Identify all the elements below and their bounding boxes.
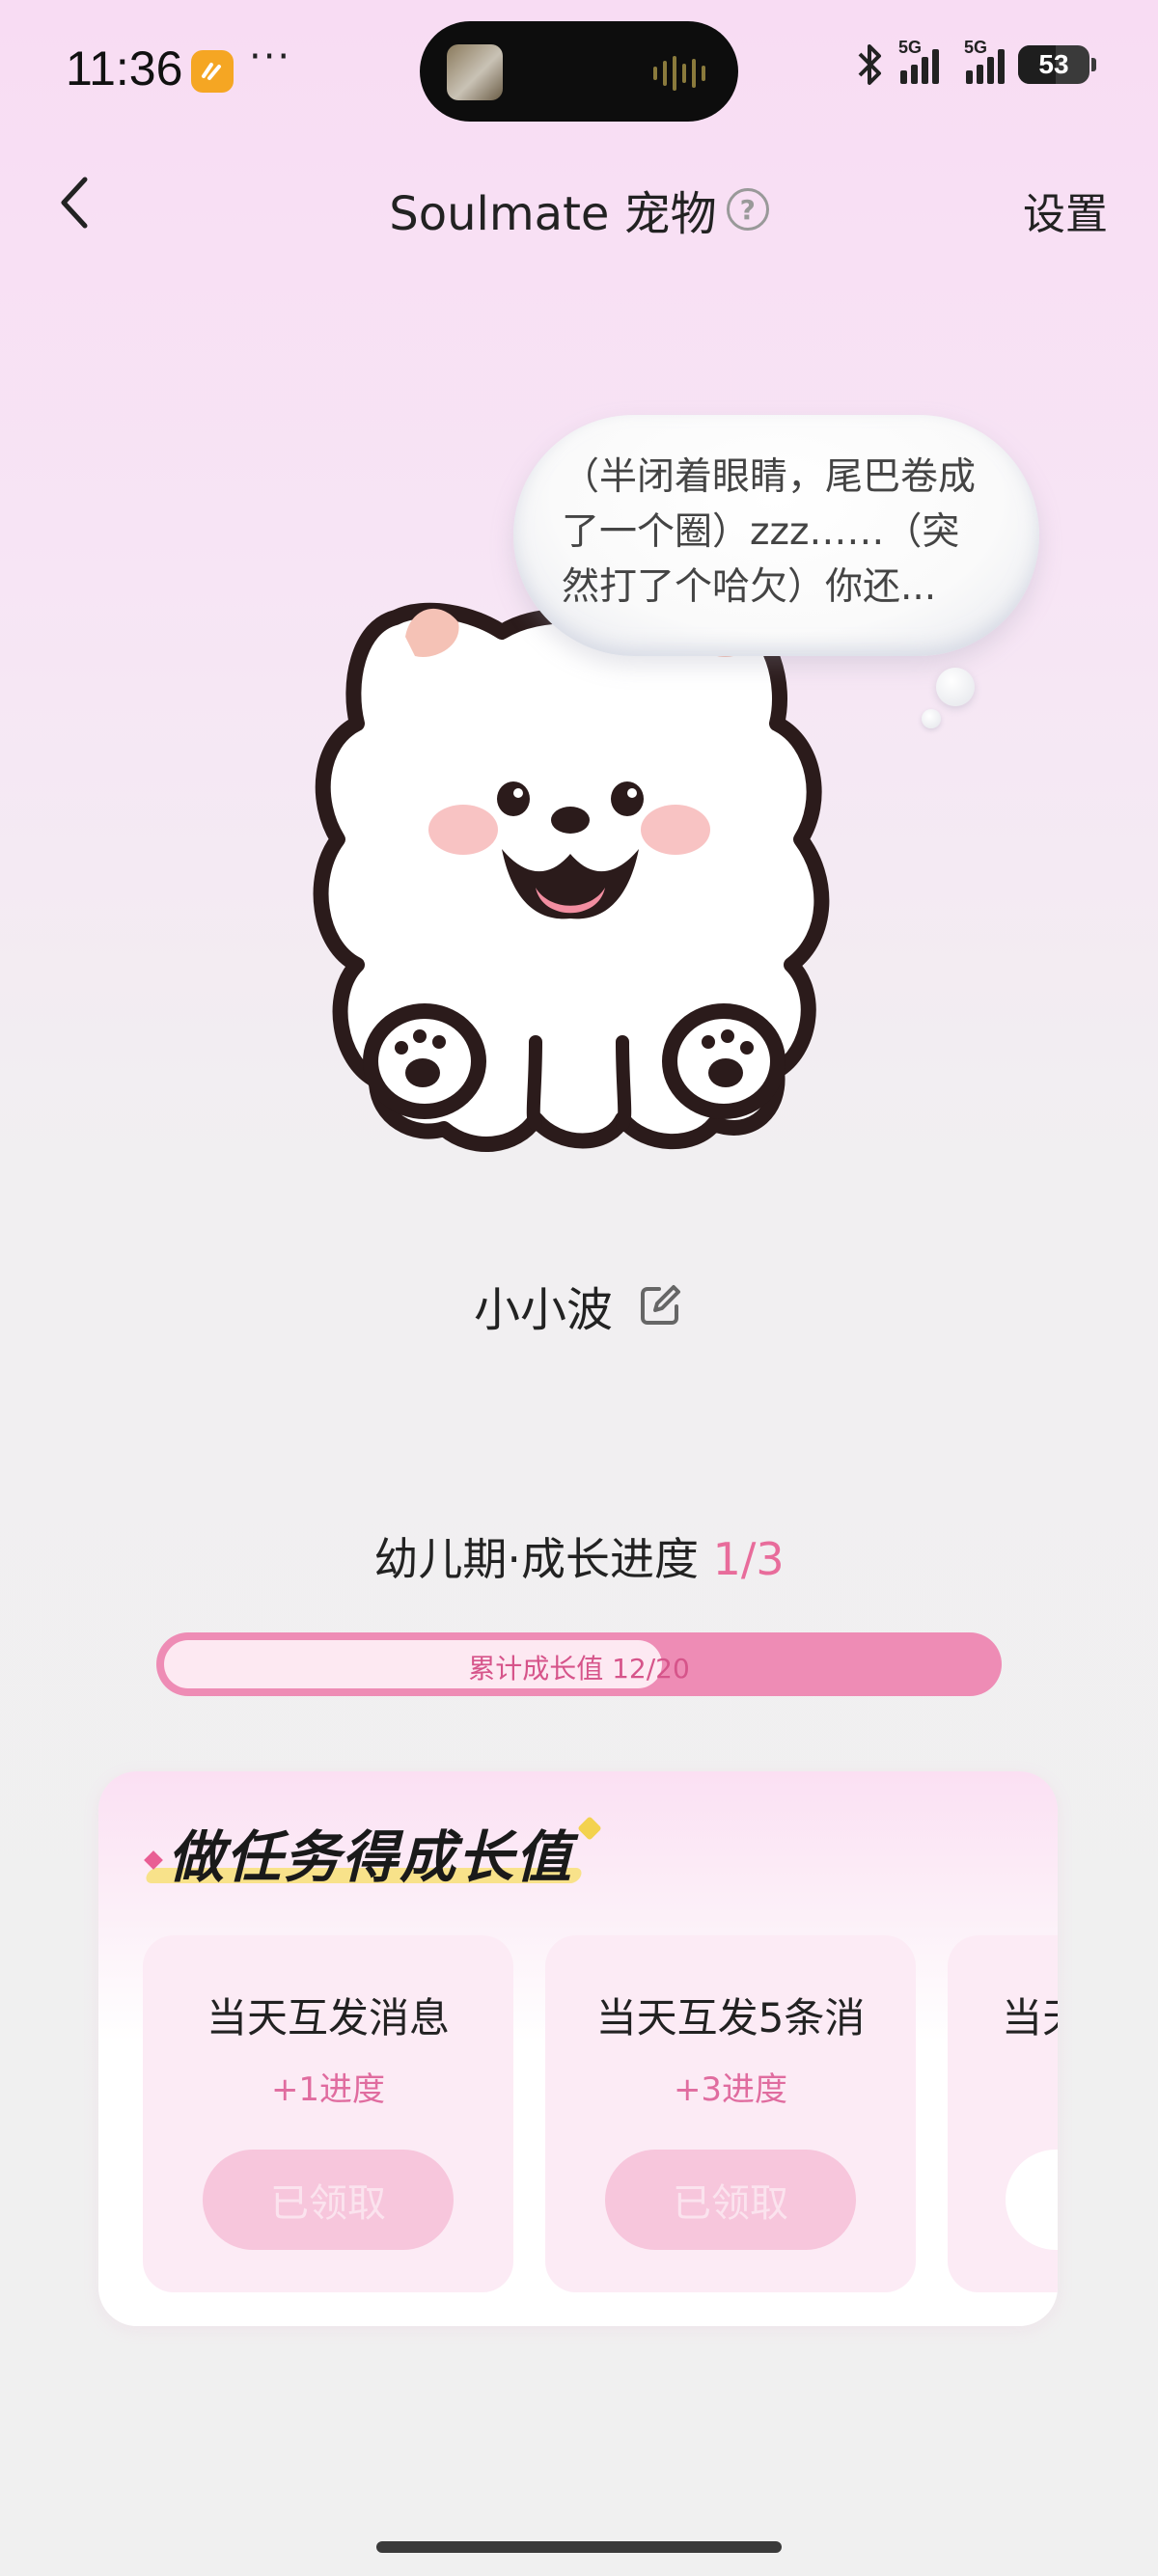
pet-cheek-left (428, 805, 498, 855)
battery-icon: 53 (1018, 45, 1089, 84)
task-reward: +3进度 (673, 2070, 788, 2109)
task-item: 当天互发消息 +1进度 已领取 (143, 1935, 513, 2292)
thought-bubble-dot (922, 709, 941, 728)
task-item: 当天互发5条消 +3进度 已领取 (545, 1935, 916, 2292)
claim-button[interactable]: 已领取 (605, 2150, 856, 2250)
growth-stage-title: 幼儿期·成长进度 1/3 (0, 1524, 1158, 1588)
status-time: 11:36 (66, 41, 183, 96)
task-name: 当天互发5条消 (595, 1994, 866, 2042)
pet-nose (551, 807, 590, 834)
settings-button[interactable]: 设置 (1023, 179, 1108, 241)
status-bar: 11:36 ··· 5G 5G 53 (0, 0, 1158, 135)
battery-level: 53 (1038, 49, 1069, 79)
pet-eye-right (611, 781, 644, 816)
page-title-row: Soulmate 宠物 ? (0, 176, 1158, 243)
audio-wave-icon (653, 54, 705, 93)
home-indicator[interactable] (376, 2541, 782, 2553)
media-thumbnail (447, 44, 503, 100)
claim-button[interactable] (1006, 2150, 1058, 2250)
dynamic-island[interactable] (420, 21, 738, 122)
task-list[interactable]: 当天互发消息 +1进度 已领取 当天互发5条消 +3进度 已领取 当天 (143, 1935, 1058, 2292)
pet-speech-text: （半闭着眼睛，尾巴卷成了一个圈）zzz……（突然打了个哈欠）你还... (562, 455, 977, 609)
sparkle-icon (577, 1816, 602, 1841)
thought-bubble-dot (936, 668, 975, 706)
help-icon[interactable]: ? (726, 188, 769, 231)
growth-stage-label: 幼儿期·成长进度 (373, 1533, 713, 1585)
signal-strength-icon: 5G (964, 38, 1005, 84)
app-notification-icon (191, 50, 234, 93)
task-card: 做任务得成长值 当天互发消息 +1进度 已领取 当天互发5条消 +3进度 已领取… (98, 1771, 1058, 2326)
nav-bar: Soulmate 宠物 ? 设置 (0, 154, 1158, 251)
task-name: 当天 (1002, 1994, 1058, 2042)
page-title: Soulmate 宠物 (389, 187, 717, 241)
task-section-title: 做任务得成长值 (168, 1824, 574, 1890)
growth-progress-bar: 累计成长值 12/20 (156, 1632, 1002, 1696)
task-item: 当天 (948, 1935, 1058, 2292)
claim-button[interactable]: 已领取 (203, 2150, 454, 2250)
task-reward: +1进度 (270, 2070, 386, 2109)
pet-cheek-right (641, 805, 710, 855)
task-name: 当天互发消息 (206, 1994, 450, 2042)
signal-strength-icon: 5G (898, 38, 939, 84)
battery-cap (1091, 58, 1096, 71)
speech-bubble[interactable]: （半闭着眼睛，尾巴卷成了一个圈）zzz……（突然打了个哈欠）你还... (513, 415, 1039, 656)
edit-icon[interactable] (636, 1281, 684, 1329)
pet-eye-left (497, 781, 530, 816)
bluetooth-icon (858, 44, 881, 85)
growth-progress-text: 累计成长值 12/20 (468, 1653, 690, 1685)
more-notifications-icon: ··· (249, 35, 292, 79)
pet-name: 小小波 (473, 1283, 613, 1337)
pet-name-row: 小小波 (0, 1272, 1158, 1339)
status-indicators: 5G 5G 53 (854, 38, 1096, 87)
growth-stage-progress: 1/3 (712, 1533, 785, 1585)
sparkle-icon (144, 1850, 163, 1870)
